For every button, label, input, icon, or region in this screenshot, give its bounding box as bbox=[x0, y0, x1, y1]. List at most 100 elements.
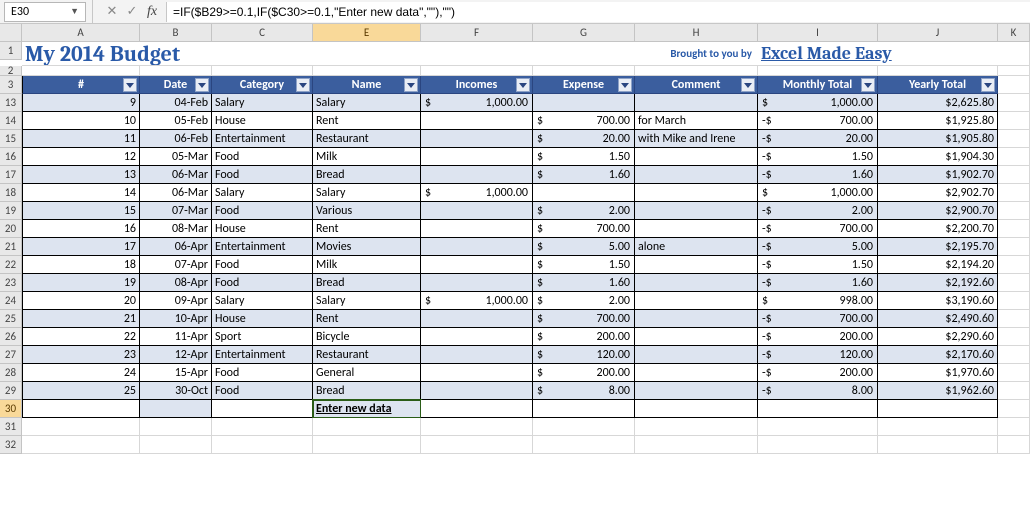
cell-monthly[interactable]: -$1.60 bbox=[758, 274, 878, 292]
cell-name[interactable]: Restaurant bbox=[313, 130, 421, 148]
cell-category[interactable]: Sport bbox=[212, 328, 313, 346]
cell-incomes[interactable] bbox=[421, 364, 533, 382]
cell-incomes[interactable] bbox=[421, 220, 533, 238]
cell-comment[interactable]: for March bbox=[635, 112, 758, 130]
accept-icon[interactable]: ✓ bbox=[122, 2, 142, 22]
cell-yearly[interactable]: $1,905.80 bbox=[878, 130, 998, 148]
cell[interactable] bbox=[878, 418, 998, 436]
cell-monthly[interactable]: -$1.50 bbox=[758, 256, 878, 274]
cell-expense[interactable]: $700.00 bbox=[533, 220, 635, 238]
cell-num[interactable]: 9 bbox=[22, 94, 140, 112]
cell-monthly[interactable]: -$120.00 bbox=[758, 346, 878, 364]
row-header[interactable]: 18 bbox=[0, 184, 22, 202]
header-num[interactable]: # bbox=[22, 76, 140, 94]
cell-date[interactable]: 04-Feb bbox=[140, 94, 212, 112]
cell-comment[interactable] bbox=[635, 220, 758, 238]
header-date[interactable]: Date bbox=[140, 76, 212, 94]
cell-expense[interactable]: $700.00 bbox=[533, 310, 635, 328]
row-header[interactable]: 21 bbox=[0, 238, 22, 256]
row-header[interactable]: 26 bbox=[0, 328, 22, 346]
cell-incomes[interactable] bbox=[421, 328, 533, 346]
cell-expense[interactable]: $8.00 bbox=[533, 382, 635, 400]
col-header[interactable]: K bbox=[998, 24, 1030, 42]
header-expense[interactable]: Expense bbox=[533, 76, 635, 94]
cell-yearly[interactable]: $3,190.60 bbox=[878, 292, 998, 310]
row-header[interactable]: 15 bbox=[0, 130, 22, 148]
cell[interactable] bbox=[998, 418, 1030, 436]
cell-monthly[interactable]: -$200.00 bbox=[758, 328, 878, 346]
cell-yearly[interactable]: $2,192.60 bbox=[878, 274, 998, 292]
cell-num[interactable]: 23 bbox=[22, 346, 140, 364]
cell-num[interactable]: 14 bbox=[22, 184, 140, 202]
cell-monthly[interactable]: $1,000.00 bbox=[758, 94, 878, 112]
cell[interactable] bbox=[140, 418, 212, 436]
cell-category[interactable]: Food bbox=[212, 256, 313, 274]
cell[interactable] bbox=[635, 436, 758, 454]
header-yearly[interactable]: Yearly Total bbox=[878, 76, 998, 94]
cell-name[interactable]: Rent bbox=[313, 220, 421, 238]
selected-cell[interactable]: Enter new data bbox=[313, 400, 421, 418]
cell-num[interactable]: 19 bbox=[22, 274, 140, 292]
cell[interactable] bbox=[212, 400, 313, 418]
cell-num[interactable]: 24 bbox=[22, 364, 140, 382]
cell-yearly[interactable]: $2,902.70 bbox=[878, 184, 998, 202]
col-header[interactable]: G bbox=[533, 24, 635, 42]
header-category[interactable]: Category bbox=[212, 76, 313, 94]
cell-num[interactable]: 18 bbox=[22, 256, 140, 274]
cell-comment[interactable] bbox=[635, 310, 758, 328]
cell-name[interactable]: Salary bbox=[313, 184, 421, 202]
cell-name[interactable]: Milk bbox=[313, 256, 421, 274]
cell[interactable] bbox=[421, 400, 533, 418]
row-header[interactable]: 1 bbox=[0, 42, 22, 60]
cell[interactable] bbox=[533, 436, 635, 454]
cell-date[interactable]: 12-Apr bbox=[140, 346, 212, 364]
filter-icon[interactable] bbox=[981, 78, 995, 92]
cell-yearly[interactable]: $1,962.60 bbox=[878, 382, 998, 400]
cell-num[interactable]: 12 bbox=[22, 148, 140, 166]
cell[interactable] bbox=[212, 436, 313, 454]
col-header[interactable]: I bbox=[758, 24, 878, 42]
cell-incomes[interactable] bbox=[421, 310, 533, 328]
cell-expense[interactable]: $1.60 bbox=[533, 166, 635, 184]
cell-expense[interactable]: $120.00 bbox=[533, 346, 635, 364]
row-header[interactable]: 28 bbox=[0, 364, 22, 382]
cell-expense[interactable]: $2.00 bbox=[533, 292, 635, 310]
cell-expense[interactable]: $700.00 bbox=[533, 112, 635, 130]
cell-date[interactable]: 08-Apr bbox=[140, 274, 212, 292]
cell-yearly[interactable]: $2,900.70 bbox=[878, 202, 998, 220]
cell-name[interactable]: Movies bbox=[313, 238, 421, 256]
cell-comment[interactable] bbox=[635, 256, 758, 274]
cell-incomes[interactable] bbox=[421, 382, 533, 400]
cell-category[interactable]: Entertainment bbox=[212, 238, 313, 256]
filter-icon[interactable] bbox=[123, 78, 137, 92]
col-header[interactable]: H bbox=[635, 24, 758, 42]
cell-date[interactable]: 05-Mar bbox=[140, 148, 212, 166]
cell-num[interactable]: 17 bbox=[22, 238, 140, 256]
cell[interactable] bbox=[22, 400, 140, 418]
cell-yearly[interactable]: $1,904.30 bbox=[878, 148, 998, 166]
cell-yearly[interactable]: $2,625.80 bbox=[878, 94, 998, 112]
cell-num[interactable]: 16 bbox=[22, 220, 140, 238]
cell-monthly[interactable]: $1,000.00 bbox=[758, 184, 878, 202]
cell-num[interactable]: 13 bbox=[22, 166, 140, 184]
cell-incomes[interactable]: $1,000.00 bbox=[421, 94, 533, 112]
cell-name[interactable]: Rent bbox=[313, 310, 421, 328]
cell-category[interactable]: Food bbox=[212, 148, 313, 166]
row-header[interactable]: 2 bbox=[0, 66, 22, 76]
cell-name[interactable]: Salary bbox=[313, 94, 421, 112]
cell-yearly[interactable]: $1,902.70 bbox=[878, 166, 998, 184]
cell-comment[interactable] bbox=[635, 364, 758, 382]
cell-incomes[interactable] bbox=[421, 274, 533, 292]
cell-num[interactable]: 15 bbox=[22, 202, 140, 220]
cell-name[interactable]: Restaurant bbox=[313, 346, 421, 364]
cell[interactable] bbox=[758, 418, 878, 436]
cell-yearly[interactable]: $2,194.20 bbox=[878, 256, 998, 274]
cell[interactable] bbox=[140, 400, 212, 418]
row-header[interactable]: 31 bbox=[0, 418, 22, 436]
cell-comment[interactable] bbox=[635, 202, 758, 220]
cell-comment[interactable] bbox=[635, 148, 758, 166]
cell[interactable] bbox=[998, 436, 1030, 454]
cell-date[interactable]: 08-Mar bbox=[140, 220, 212, 238]
cell-category[interactable]: Entertainment bbox=[212, 130, 313, 148]
cell-incomes[interactable] bbox=[421, 238, 533, 256]
